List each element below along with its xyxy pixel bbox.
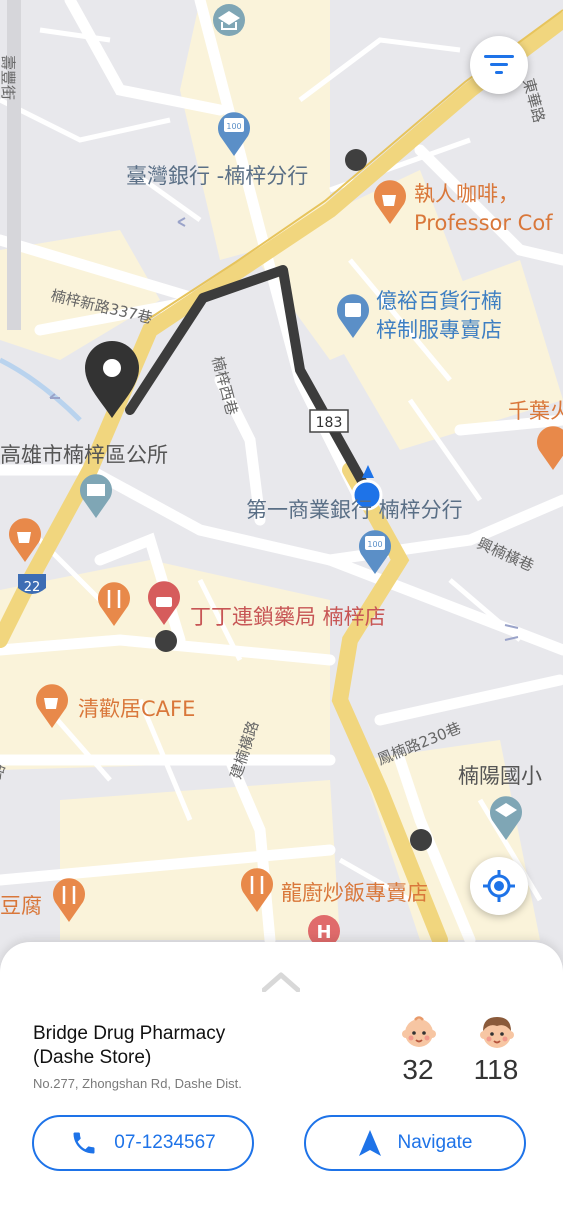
school-poi-icon[interactable] [213,4,245,36]
route-183-badge: 183 [309,409,349,433]
label-qianye: 千葉火 [508,399,563,423]
svg-text:22: 22 [24,580,41,595]
svg-text:100: 100 [226,122,241,131]
label-tofu: 豆腐 [0,894,42,918]
label-first-bank: 第一商業銀行 楠梓分行 [246,498,463,522]
pharmacy-dot[interactable] [410,829,432,851]
label-school: 楠陽國小 [458,764,542,788]
pharmacy-dot[interactable] [345,149,367,171]
baby-face-icon [402,1016,436,1047]
phone-number: 07-1234567 [114,1132,216,1153]
chevron-up-icon[interactable] [262,972,300,992]
label-district-office: 高雄市楠梓區公所 [0,443,168,467]
child-face-icon [480,1017,514,1048]
call-button[interactable]: 07-1234567 [32,1115,254,1171]
svg-text:H: H [316,922,331,943]
place-name-line2: (Dashe Store) [33,1047,152,1068]
navigate-button[interactable]: Navigate [304,1115,526,1171]
phone-icon [73,1132,95,1154]
navigate-label: Navigate [397,1132,473,1153]
pharmacy-dot[interactable] [155,630,177,652]
place-name-line1: Bridge Drug Pharmacy [33,1023,226,1044]
map-view[interactable]: 183 22 100 100 H 臺灣銀行 -楠梓分行 執人咖啡， Profes… [0,0,563,1000]
label-bank-of-taiwan: 臺灣銀行 -楠梓分行 [126,164,308,188]
my-location-icon [483,870,515,902]
label-cafe-professor-en: Professor Cof [414,211,553,235]
label-fried-rice: 龍廚炒飯專賣店 [281,881,428,905]
place-name: Bridge Drug Pharmacy (Dashe Store) [33,1022,293,1070]
label-dept-store-2: 梓制服專賣店 [376,318,502,342]
svg-text:183: 183 [316,415,343,431]
label-pharmacy: 丁丁連鎖藥局 楠梓店 [190,605,386,629]
svg-text:100: 100 [367,540,382,549]
filter-button[interactable] [470,36,528,94]
place-detail-sheet: Bridge Drug Pharmacy (Dashe Store) No.27… [0,942,563,1218]
label-qinghuanju: 清歡居CAFE [78,697,195,721]
label-cafe-professor: 執人咖啡， [414,182,519,206]
navigation-arrow-icon [358,1130,381,1156]
filter-icon [484,55,514,74]
place-address: No.277, Zhongshan Rd, Dashe Dist. [33,1076,242,1091]
my-location-button[interactable] [470,857,528,915]
label-dept-store: 億裕百貨行楠 [376,289,502,313]
child-count: 118 [473,1054,519,1085]
infant-count: 32 [402,1054,434,1085]
label-left-street: 壽豐街 [0,55,17,100]
